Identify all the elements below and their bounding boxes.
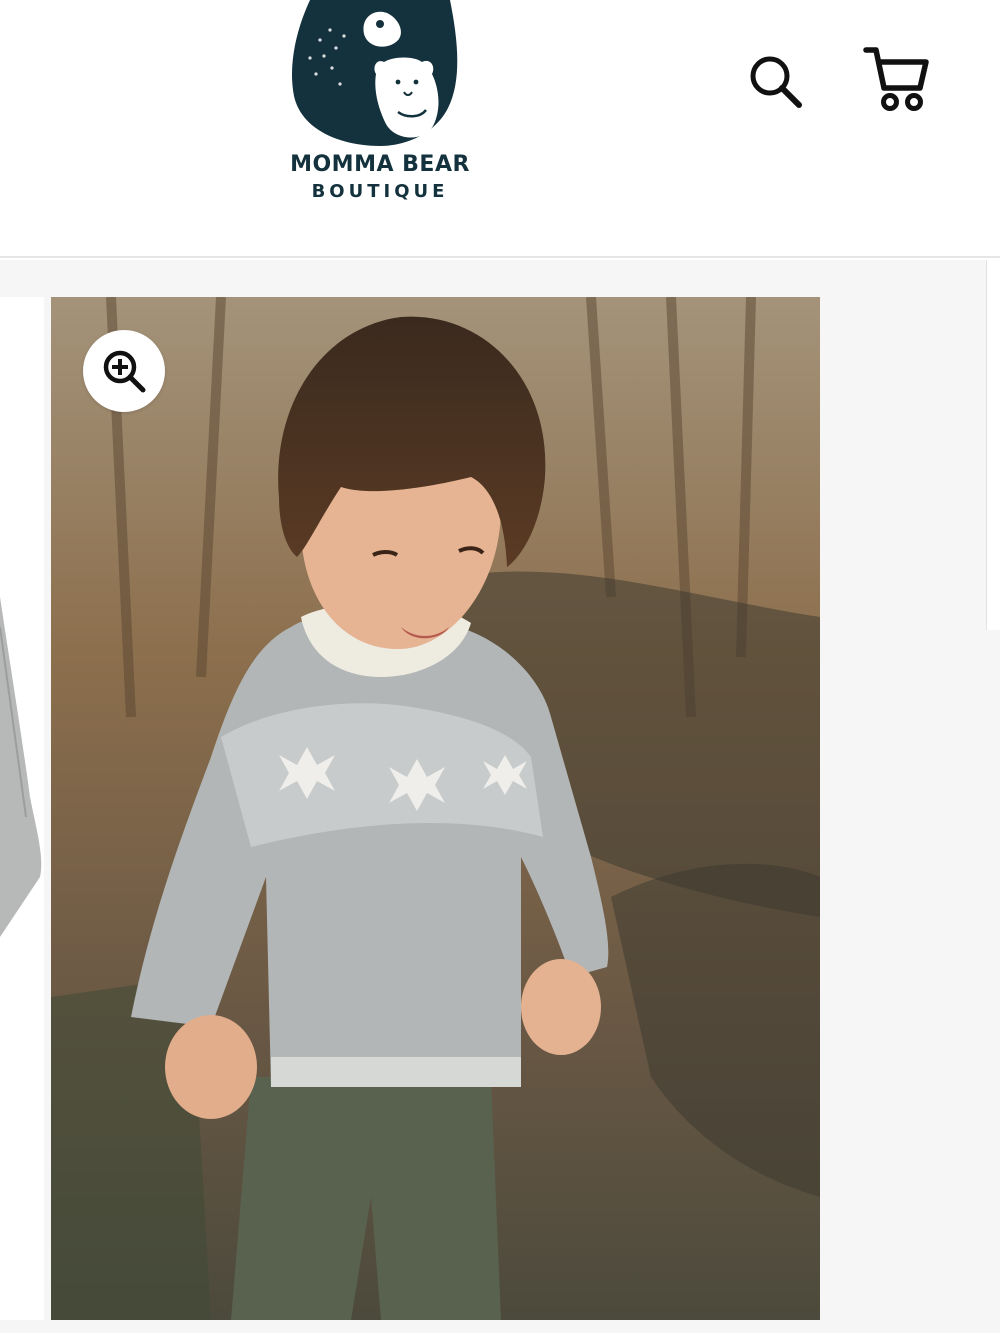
product-page <box>0 260 1000 1333</box>
next-slide-edge[interactable] <box>986 260 1000 630</box>
zoom-in-icon <box>103 350 146 393</box>
search-icon <box>750 56 802 108</box>
logo-brand-name: MOMMA BEAR <box>290 152 470 177</box>
previous-product-image[interactable] <box>0 297 44 1320</box>
site-header: MOMMA BEAR BOUTIQUE <box>0 0 1000 258</box>
main-product-image[interactable] <box>51 297 820 1320</box>
zoom-image-button[interactable] <box>83 330 165 412</box>
sweater-photo-fragment <box>0 297 44 1320</box>
bear-logo-icon <box>291 0 458 146</box>
search-button[interactable] <box>744 50 808 114</box>
toddler-sweater-photo <box>51 297 820 1320</box>
cart-icon <box>863 47 929 111</box>
cart-button[interactable] <box>858 42 934 116</box>
store-logo-link[interactable]: MOMMA BEAR BOUTIQUE <box>270 0 490 210</box>
logo-brand-subtitle: BOUTIQUE <box>311 181 449 202</box>
